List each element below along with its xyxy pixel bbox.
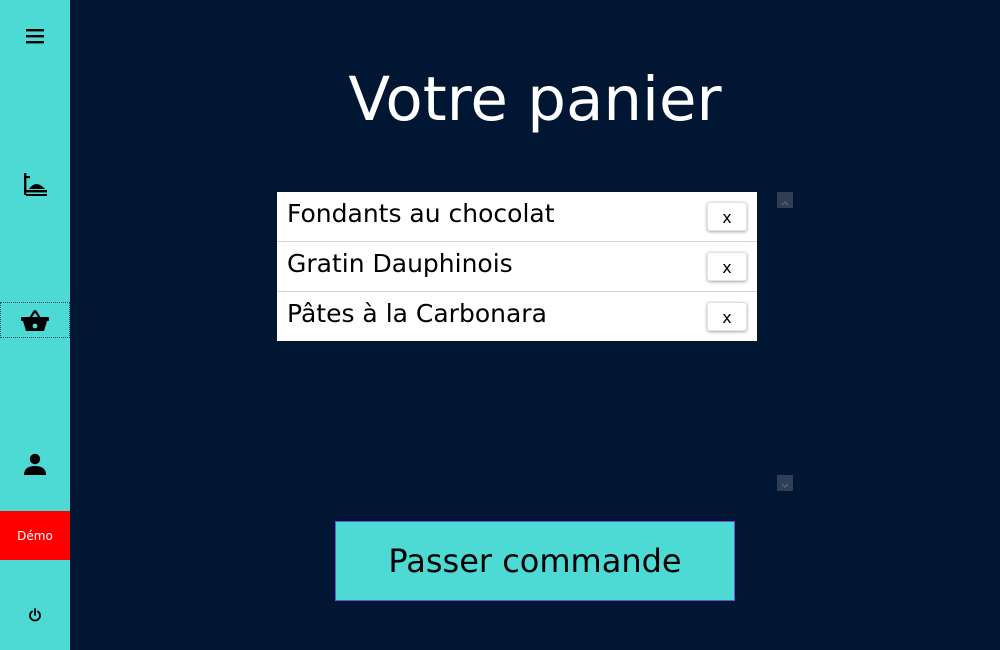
sidebar: Démo [0, 0, 70, 650]
dishes-button[interactable] [0, 166, 70, 202]
cart-item-label: Pâtes à la Carbonara [287, 299, 547, 328]
menu-button[interactable] [0, 20, 70, 52]
place-order-button[interactable]: Passer commande [335, 521, 735, 601]
cart-item: Pâtes à la Carbonara x [277, 292, 757, 341]
user-icon [24, 453, 46, 475]
cart-item-label: Gratin Dauphinois [287, 249, 513, 278]
chevron-up-icon [781, 191, 789, 210]
chevron-down-icon [781, 474, 789, 493]
cart-item: Gratin Dauphinois x [277, 242, 757, 292]
remove-item-button[interactable]: x [707, 202, 747, 231]
scroll-down-button[interactable] [777, 475, 793, 491]
cart-button[interactable] [0, 302, 70, 338]
logout-button[interactable] [0, 600, 70, 630]
account-button[interactable] [0, 448, 70, 480]
power-icon [28, 608, 42, 622]
shopping-basket-icon [21, 308, 49, 332]
cart-item-label: Fondants au chocolat [287, 199, 555, 228]
hamburger-menu-icon [26, 28, 44, 44]
cart-list: Fondants au chocolat x Gratin Dauphinois… [277, 192, 757, 341]
cart-item: Fondants au chocolat x [277, 192, 757, 242]
page-title: Votre panier [348, 64, 722, 135]
scroll-up-button[interactable] [777, 192, 793, 208]
remove-item-button[interactable]: x [707, 252, 747, 281]
remove-item-button[interactable]: x [707, 302, 747, 331]
serving-tray-icon [22, 171, 48, 197]
demo-button[interactable]: Démo [0, 511, 70, 560]
